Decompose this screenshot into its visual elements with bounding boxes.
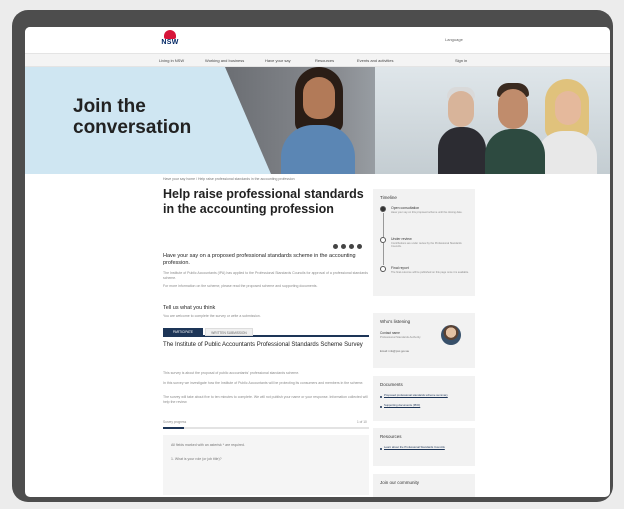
question-block: All fields marked with an asterisk * are… — [163, 435, 369, 495]
avatar — [441, 325, 461, 345]
nav-item-have-your-say[interactable]: Have your say — [265, 58, 291, 63]
nsw-logo[interactable]: NSW — [159, 30, 181, 50]
progress-label: Survey progress — [163, 420, 187, 424]
resources-card: Resources Learn about the Professional S… — [373, 428, 475, 466]
main-nav: Living in NSW Working and business Have … — [25, 53, 610, 67]
tell-us-heading: Tell us what you think — [163, 305, 216, 311]
tell-us-paragraph: You are welcome to complete the survey o… — [163, 314, 261, 318]
language-selector[interactable]: Language — [445, 37, 463, 42]
survey-paragraph-1: This survey is about the proposal of pub… — [163, 371, 300, 375]
timeline-connector — [383, 213, 384, 237]
timeline-dot-icon — [380, 206, 386, 212]
bullet-icon — [380, 396, 382, 398]
document-link[interactable]: Proposed professional standards scheme s… — [384, 393, 464, 398]
progress-bar-fill — [163, 427, 184, 429]
facebook-icon[interactable] — [333, 244, 338, 249]
nav-item-resources[interactable]: Resources — [315, 58, 334, 63]
contact-heading: Who's listening — [380, 319, 411, 324]
bearded-man-face — [498, 89, 528, 129]
main-content: Help raise professional standards in the… — [163, 187, 369, 495]
timeline-step-title: Final report — [391, 266, 409, 270]
resource-link[interactable]: Learn about the Professional Standards C… — [384, 445, 464, 450]
timeline-heading: Timeline — [380, 195, 397, 200]
community-card: Join our community — [373, 474, 475, 497]
required-note: All fields marked with an asterisk * are… — [171, 443, 245, 447]
contact-email[interactable]: Email: info@psc.gov.au — [380, 349, 409, 353]
intro-paragraph-1: The Institute of Public Accountants (IPA… — [163, 271, 368, 280]
survey-title: The Institute of Public Accountants Prof… — [163, 342, 363, 348]
timeline-dot-icon — [380, 266, 386, 272]
submission-tabs: PARTICIPATE WRITTEN SUBMISSION — [163, 328, 369, 337]
older-man-face — [448, 91, 474, 127]
hero-banner: Join the conversation — [25, 67, 610, 174]
email-icon[interactable] — [357, 244, 362, 249]
contact-card: Who's listening Contact name Professiona… — [373, 313, 475, 368]
twitter-icon[interactable] — [341, 244, 346, 249]
tab-written-submission[interactable]: WRITTEN SUBMISSION — [205, 328, 253, 336]
bearded-man-body — [485, 129, 545, 174]
sign-in-link[interactable]: Sign in — [455, 58, 467, 63]
woman-face — [303, 77, 335, 119]
survey-paragraph-3: The survey will take about five to ten m… — [163, 395, 368, 404]
share-icons — [333, 244, 362, 249]
timeline-dot-icon — [380, 237, 386, 243]
timeline-step-title: Under review — [391, 237, 412, 241]
timeline-connector — [383, 243, 384, 265]
question-1[interactable]: 1. What is your role (or job title)? — [171, 457, 222, 461]
blonde-woman-face — [555, 91, 581, 125]
bullet-icon — [380, 448, 382, 450]
logo-text: NSW — [161, 39, 179, 46]
community-heading: Join our community — [380, 480, 420, 485]
site-header: NSW Language — [25, 27, 610, 53]
timeline-step-desc: Contributions are under review by the Pr… — [391, 242, 462, 249]
photo-diagonal-edge — [225, 67, 271, 174]
timeline-step-title: Open consultation — [391, 206, 420, 210]
bullet-icon — [380, 406, 382, 408]
timeline-card: Timeline Open consultation Have your say… — [373, 189, 475, 296]
woman-body — [281, 125, 355, 174]
hero-title: Join the conversation — [73, 96, 192, 138]
document-link[interactable]: Supporting documents (PDF) — [384, 403, 464, 408]
resources-heading: Resources — [380, 434, 402, 439]
documents-heading: Documents — [380, 382, 403, 387]
tab-participate[interactable]: PARTICIPATE — [163, 328, 203, 336]
page-title: Help raise professional standards in the… — [163, 187, 364, 216]
progress-bar — [163, 427, 369, 429]
intro-paragraph-2: For more information on the scheme, plea… — [163, 284, 318, 288]
hero-photo — [225, 67, 610, 174]
blonde-woman-body — [537, 131, 597, 174]
survey-paragraph-2: In this survey we investigate how the In… — [163, 381, 364, 385]
contact-role: Professional Standards Authority — [380, 335, 421, 339]
timeline-step-desc: The final outcome will be published on t… — [391, 271, 469, 274]
browser-screen: NSW Language Living in NSW Working and b… — [25, 27, 610, 497]
documents-card: Documents Proposed professional standard… — [373, 376, 475, 421]
nav-item-working[interactable]: Working and business — [205, 58, 244, 63]
timeline-step-desc: Have your say on this proposed scheme un… — [391, 211, 463, 214]
nav-item-living[interactable]: Living in NSW — [159, 58, 184, 63]
older-man-body — [438, 127, 486, 174]
progress-count: 1 of 10 — [357, 420, 367, 424]
breadcrumb[interactable]: Have your say home / Help raise professi… — [163, 177, 295, 181]
intro-heading: Have your say on a proposed professional… — [163, 253, 356, 266]
waratah-icon — [164, 30, 176, 39]
nav-item-events[interactable]: Events and activities — [357, 58, 393, 63]
linkedin-icon[interactable] — [349, 244, 354, 249]
